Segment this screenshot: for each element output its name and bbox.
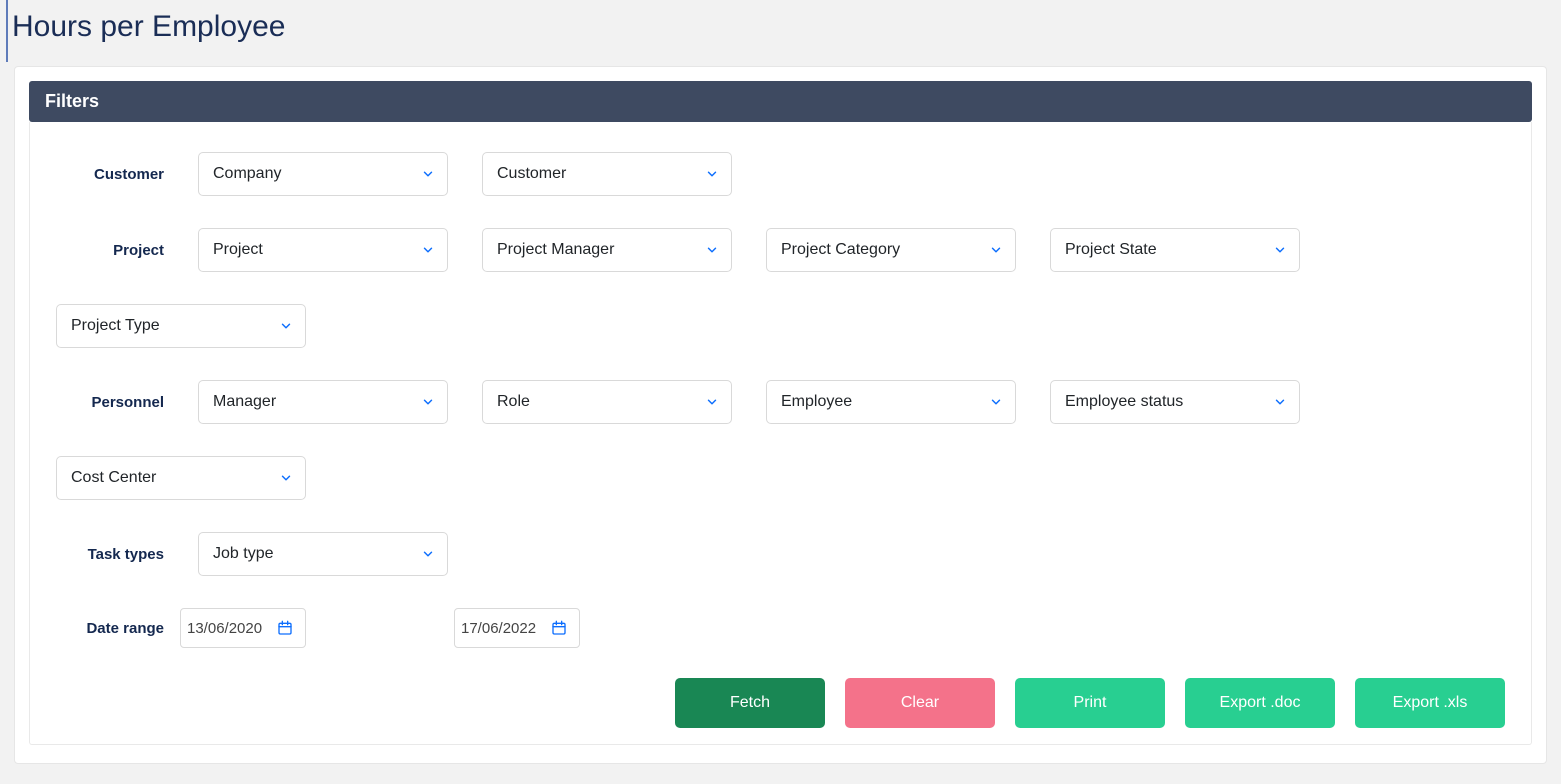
select-company-text: Company xyxy=(213,165,281,183)
export-xls-button[interactable]: Export .xls xyxy=(1355,678,1505,728)
chevron-down-icon xyxy=(1273,395,1287,409)
select-company[interactable]: Company xyxy=(198,152,448,196)
select-project-category[interactable]: Project Category xyxy=(766,228,1016,272)
select-project-category-text: Project Category xyxy=(781,241,900,259)
chevron-down-icon xyxy=(421,547,435,561)
select-project-manager-text: Project Manager xyxy=(497,241,614,259)
print-button[interactable]: Print xyxy=(1015,678,1165,728)
filters-header: Filters xyxy=(29,81,1532,122)
export-doc-button[interactable]: Export .doc xyxy=(1185,678,1335,728)
select-employee-status-text: Employee status xyxy=(1065,393,1183,411)
select-manager-text: Manager xyxy=(213,393,276,411)
date-from[interactable] xyxy=(180,608,306,648)
select-role-text: Role xyxy=(497,393,530,411)
chevron-down-icon xyxy=(989,395,1003,409)
select-employee-status[interactable]: Employee status xyxy=(1050,380,1300,424)
select-project-type[interactable]: Project Type xyxy=(56,304,306,348)
chevron-down-icon xyxy=(705,243,719,257)
chevron-down-icon xyxy=(989,243,1003,257)
clear-button[interactable]: Clear xyxy=(845,678,995,728)
calendar-icon xyxy=(551,620,567,636)
chevron-down-icon xyxy=(421,243,435,257)
select-employee-text: Employee xyxy=(781,393,852,411)
label-project: Project xyxy=(56,242,164,259)
label-customer: Customer xyxy=(56,166,164,183)
row-date-range: Date range xyxy=(56,608,1505,648)
chevron-down-icon xyxy=(421,167,435,181)
row-personnel-extra: Cost Center xyxy=(56,456,1505,500)
label-personnel: Personnel xyxy=(56,394,164,411)
fetch-button[interactable]: Fetch xyxy=(675,678,825,728)
chevron-down-icon xyxy=(279,471,293,485)
select-project-type-text: Project Type xyxy=(71,317,160,335)
actions-bar: Fetch Clear Print Export .doc Export .xl… xyxy=(56,678,1505,728)
select-employee[interactable]: Employee xyxy=(766,380,1016,424)
row-task-types: Task types Job type xyxy=(56,532,1505,576)
chevron-down-icon xyxy=(705,167,719,181)
select-project-text: Project xyxy=(213,241,263,259)
date-to[interactable] xyxy=(454,608,580,648)
chevron-down-icon xyxy=(279,319,293,333)
select-project-manager[interactable]: Project Manager xyxy=(482,228,732,272)
row-project: Project Project Project Manager Project … xyxy=(56,228,1505,272)
select-manager[interactable]: Manager xyxy=(198,380,448,424)
calendar-icon xyxy=(277,620,293,636)
chevron-down-icon xyxy=(421,395,435,409)
select-cost-center-text: Cost Center xyxy=(71,469,156,487)
row-customer: Customer Company Customer xyxy=(56,152,1505,196)
page-title: Hours per Employee xyxy=(6,0,1557,62)
chevron-down-icon xyxy=(705,395,719,409)
select-job-type[interactable]: Job type xyxy=(198,532,448,576)
chevron-down-icon xyxy=(1273,243,1287,257)
select-customer-text: Customer xyxy=(497,165,566,183)
date-to-input[interactable] xyxy=(461,620,547,637)
select-project-state[interactable]: Project State xyxy=(1050,228,1300,272)
label-task-types: Task types xyxy=(56,546,164,563)
label-date-range: Date range xyxy=(56,620,164,637)
row-project-extra: Project Type xyxy=(56,304,1505,348)
filters-panel: Filters Customer Company Customer xyxy=(14,66,1547,764)
select-customer[interactable]: Customer xyxy=(482,152,732,196)
select-project[interactable]: Project xyxy=(198,228,448,272)
select-job-type-text: Job type xyxy=(213,545,273,563)
select-cost-center[interactable]: Cost Center xyxy=(56,456,306,500)
filters-body: Customer Company Customer Project xyxy=(29,122,1532,745)
row-personnel: Personnel Manager Role Employee xyxy=(56,380,1505,424)
select-role[interactable]: Role xyxy=(482,380,732,424)
date-from-input[interactable] xyxy=(187,620,273,637)
select-project-state-text: Project State xyxy=(1065,241,1157,259)
